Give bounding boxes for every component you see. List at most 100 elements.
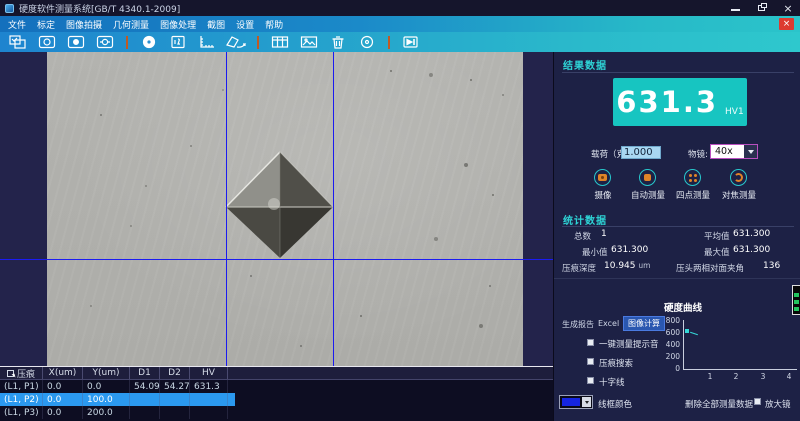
record-icon[interactable] [138, 34, 160, 50]
ruler-icon[interactable] [196, 34, 218, 50]
count-label: 总数 [574, 230, 591, 242]
x-tick: 2 [731, 372, 741, 381]
objective-label: 物镜: [688, 148, 708, 160]
chevron-down-icon[interactable] [582, 397, 591, 407]
right-panel: 结果数据 631.3 HV1 载荷（克）: 物镜: 40x 摄像 自动测量 四点… [553, 52, 800, 421]
table-row[interactable]: (L1, P1) 0.0 0.0 54.09 54.27 631.3 [0, 380, 553, 393]
four-point-measure-button[interactable] [684, 169, 701, 186]
minimize-button[interactable] [730, 2, 742, 14]
menu-file[interactable]: 文件 [8, 18, 26, 31]
disc-icon[interactable] [356, 34, 378, 50]
measure-line-vertical-right[interactable] [333, 52, 334, 366]
toolbar-separator [126, 36, 128, 49]
data-table-icon[interactable] [269, 34, 291, 50]
camera-button[interactable] [594, 169, 611, 186]
depth-label: 压痕深度 [562, 262, 596, 274]
header-d2[interactable]: D2 [160, 367, 190, 379]
auto-measure-button[interactable] [639, 169, 656, 186]
line-color-label: 线框颜色 [598, 398, 632, 410]
menu-calibration[interactable]: 标定 [37, 18, 55, 31]
line-color-dropdown[interactable] [559, 395, 593, 409]
excel-export-button[interactable]: Excel [598, 319, 619, 328]
image-speckles [37, 42, 39, 44]
statistics-divider [562, 226, 794, 227]
focus-measure-button[interactable] [730, 169, 747, 186]
chart-y-axis [683, 320, 684, 370]
toolbar-separator [388, 36, 390, 49]
header-d1[interactable]: D1 [130, 367, 160, 379]
measure-line-horizontal[interactable] [0, 259, 553, 260]
load-input[interactable] [621, 146, 661, 159]
micrograph-image[interactable] [47, 52, 523, 366]
maximize-button[interactable] [756, 2, 768, 14]
section-divider [554, 278, 800, 279]
crosshair-checkbox[interactable] [587, 377, 594, 384]
trash-icon[interactable] [327, 34, 349, 50]
count-value: 1 [601, 229, 607, 239]
indent-search-checkbox[interactable] [587, 358, 594, 365]
y-tick: 800 [658, 316, 680, 325]
header-x[interactable]: X(um) [43, 367, 83, 379]
average-label: 平均值 [704, 230, 730, 242]
level-indicator [792, 285, 800, 315]
header-hv[interactable]: HV [190, 367, 228, 379]
capture-settings-icon[interactable] [7, 34, 29, 50]
image-icon[interactable] [298, 34, 320, 50]
magnifier-checkbox[interactable] [754, 398, 761, 405]
chart-data-point [685, 329, 689, 333]
results-section-title: 结果数据 [563, 57, 607, 72]
menu-bar: 文件 标定 图像拍摄 几何测量 图像处理 截图 设置 帮助 × [0, 16, 800, 32]
vickers-indentation [222, 148, 337, 262]
camera-sync-icon[interactable] [94, 34, 116, 50]
export-icon[interactable] [400, 34, 422, 50]
average-value: 631.300 [733, 229, 770, 239]
hardness-value-display: 631.3 HV1 [613, 78, 747, 126]
beep-checkbox[interactable] [587, 339, 594, 346]
indenter-angle-label: 压头两相对面夹角 [676, 262, 744, 274]
beep-checkbox-label: 一键测量提示音 [599, 338, 659, 350]
header-y[interactable]: Y(um) [83, 367, 130, 379]
toolbar-separator [257, 36, 259, 49]
calibration-icon[interactable] [167, 34, 189, 50]
min-label: 最小值 [582, 246, 608, 258]
table-row[interactable]: (L1, P3) 0.0 200.0 [0, 406, 553, 419]
generate-report-button[interactable]: 生成报告 [562, 319, 594, 330]
focus-measure-label: 对焦测量 [709, 189, 769, 201]
menu-close-button[interactable]: × [779, 18, 794, 30]
chart-x-axis [683, 369, 797, 370]
depth-value: 10.945 um [604, 261, 650, 271]
indenter-angle-value: 136 [763, 261, 780, 271]
camera-icon[interactable] [36, 34, 58, 50]
magnifier-label: 放大镜 [765, 398, 791, 410]
menu-image-capture[interactable]: 图像拍摄 [66, 18, 102, 31]
camera-shot-icon[interactable] [65, 34, 87, 50]
y-tick: 400 [658, 340, 680, 349]
measure-line-vertical-left[interactable] [226, 52, 227, 366]
menu-screenshot[interactable]: 截图 [207, 18, 225, 31]
menu-help[interactable]: 帮助 [265, 18, 283, 31]
chevron-down-icon[interactable] [744, 145, 757, 158]
hardness-value: 631.3 [616, 85, 718, 119]
menu-settings[interactable]: 设置 [236, 18, 254, 31]
results-divider [562, 72, 794, 73]
objective-value: 40x [711, 146, 744, 157]
chart-title: 硬度曲线 [664, 300, 702, 314]
max-value: 631.300 [733, 245, 770, 255]
window-title: 硬度软件测量系统[GB/T 4340.1-2009] [19, 2, 180, 15]
close-button[interactable]: × [782, 2, 794, 14]
objective-dropdown[interactable]: 40x [710, 144, 758, 159]
header-indentation[interactable]: 压痕 [0, 367, 43, 379]
hardness-unit: HV1 [725, 107, 744, 117]
y-tick: 0 [658, 364, 680, 373]
menu-geometry-measure[interactable]: 几何测量 [113, 18, 149, 31]
app-window: 硬度软件测量系统[GB/T 4340.1-2009] × 文件 标定 图像拍摄 … [0, 0, 800, 421]
y-tick: 600 [658, 328, 680, 337]
flip-measure-icon[interactable] [225, 34, 247, 50]
crosshair-label: 十字线 [599, 376, 625, 388]
menu-image-processing[interactable]: 图像处理 [160, 18, 196, 31]
table-row-selected[interactable]: (L1, P2) 0.0 100.0 [0, 393, 553, 406]
x-tick: 3 [758, 372, 768, 381]
indent-search-label: 压痕搜索 [599, 357, 633, 369]
delete-all-button[interactable]: 删除全部测量数据 [685, 398, 753, 410]
title-bar: 硬度软件测量系统[GB/T 4340.1-2009] × [0, 0, 800, 16]
